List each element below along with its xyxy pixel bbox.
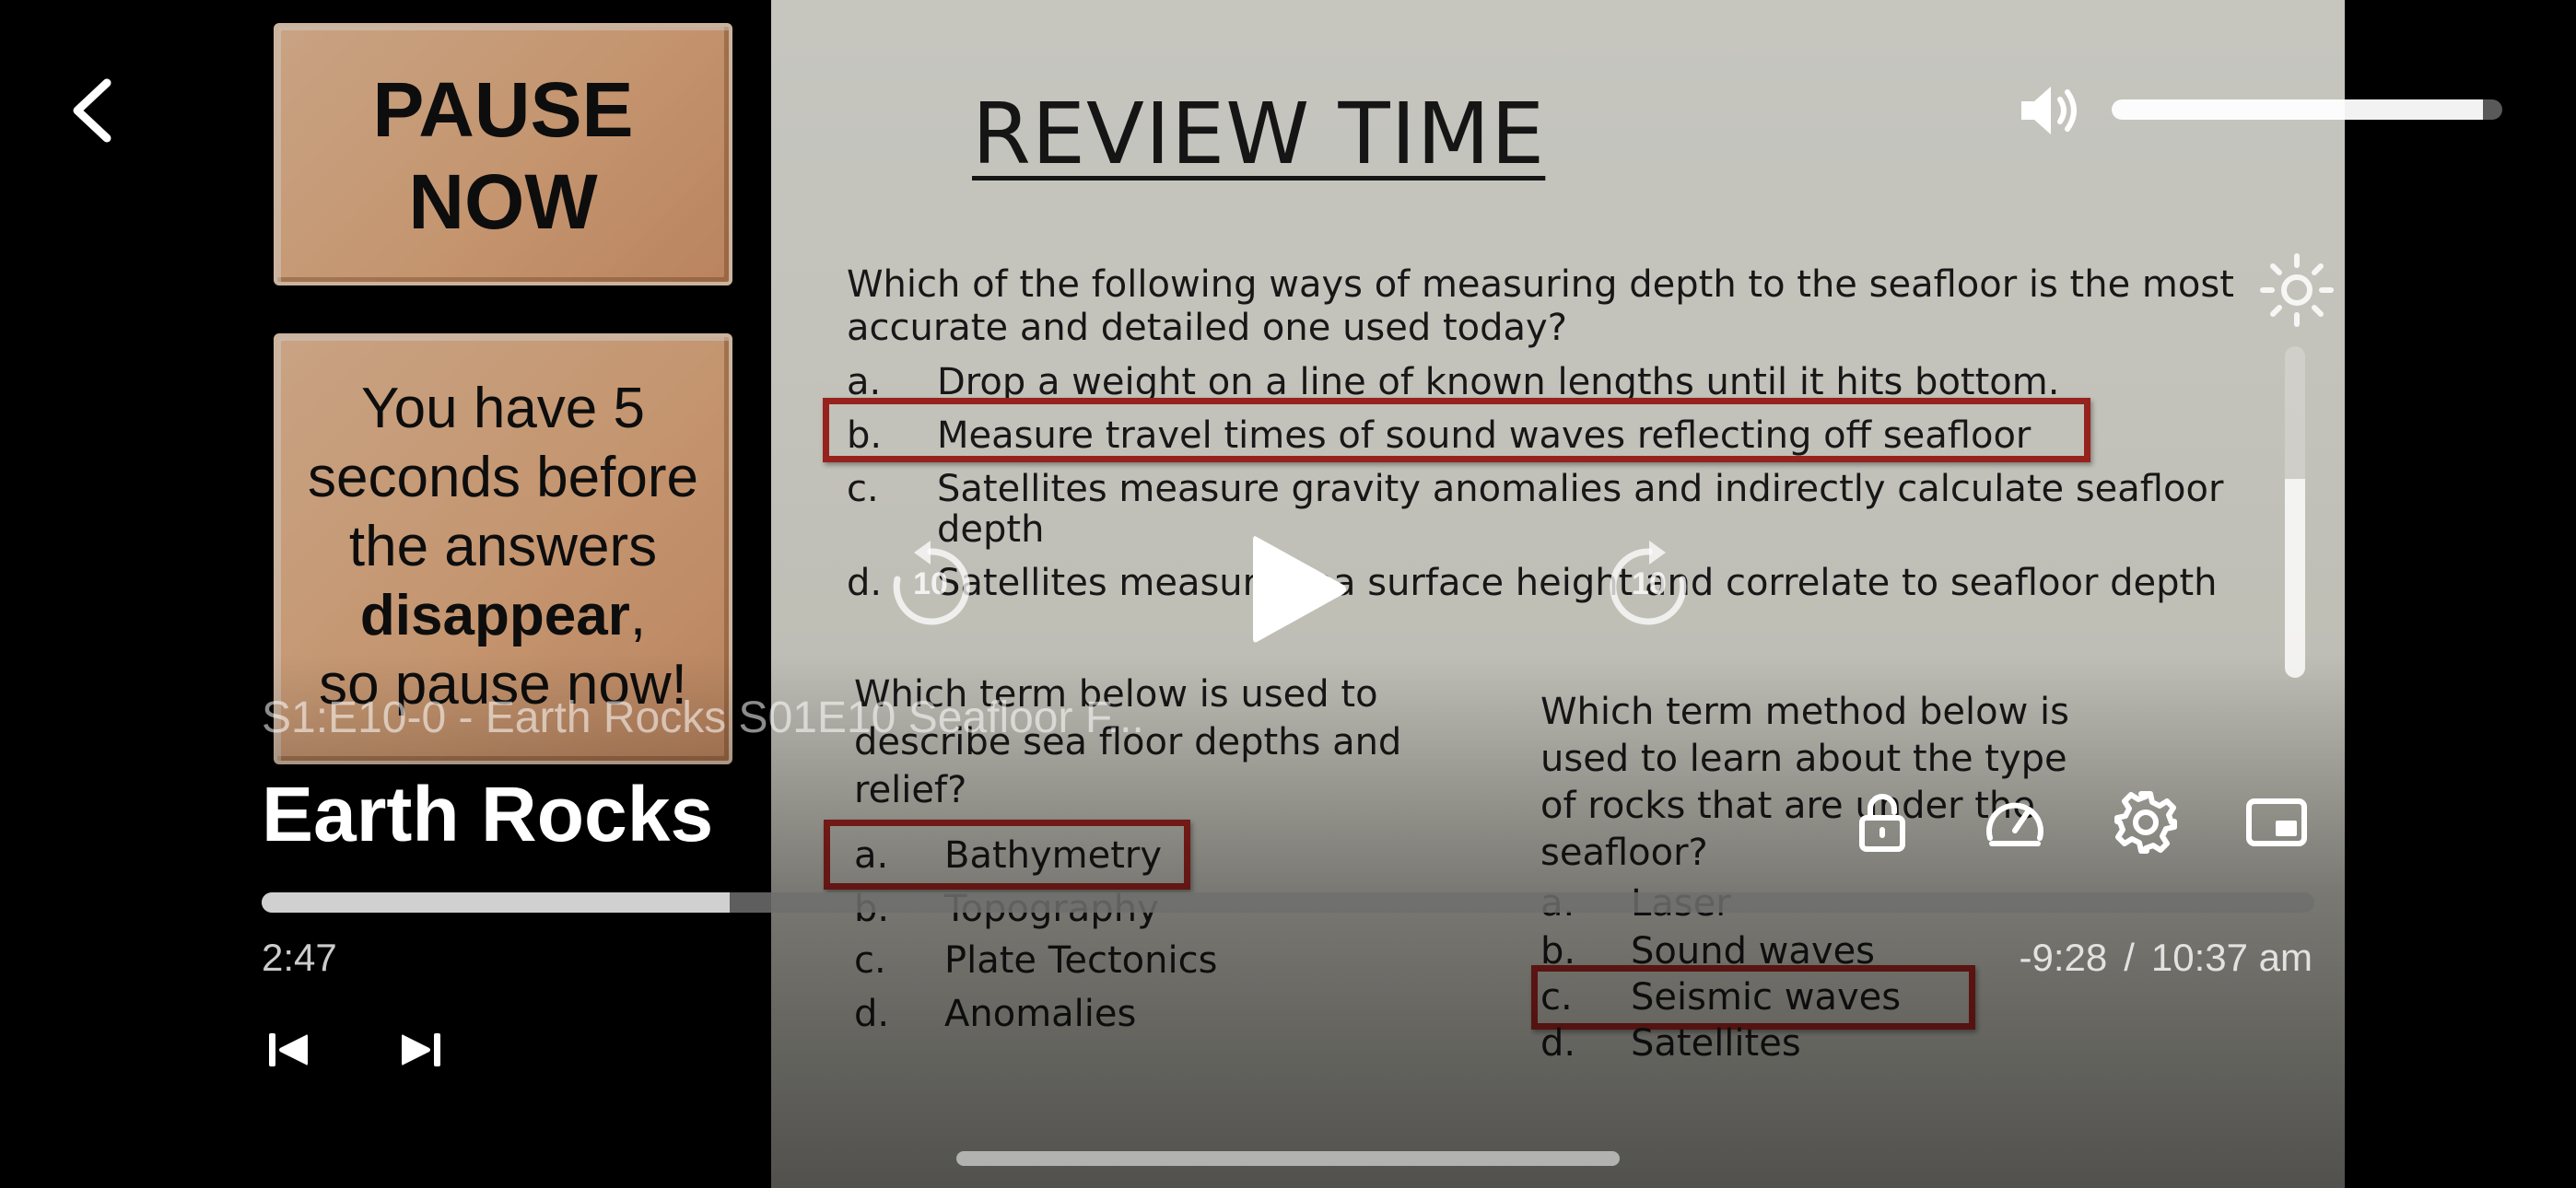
time-separator: / <box>2124 936 2135 979</box>
brightness-slider[interactable] <box>2285 346 2305 678</box>
gear-icon <box>2114 791 2177 854</box>
chevron-left-icon <box>73 78 111 143</box>
previous-episode-button[interactable] <box>265 1030 311 1070</box>
seek-bar[interactable] <box>262 892 2314 913</box>
back-button[interactable] <box>64 74 120 147</box>
volume-slider[interactable] <box>2112 99 2502 120</box>
play-button[interactable] <box>1244 530 1354 649</box>
settings-button[interactable] <box>2113 790 2178 855</box>
sun-icon <box>2260 253 2334 327</box>
show-title: Earth Rocks <box>262 771 714 857</box>
forward-10-button[interactable]: 10 <box>1601 539 1697 635</box>
lock-button[interactable] <box>1850 790 1914 855</box>
rewind-seconds: 10 <box>913 566 948 601</box>
brightness-level <box>2285 479 2305 678</box>
brightness-button[interactable] <box>2259 252 2335 328</box>
picture-in-picture-button[interactable] <box>2244 790 2309 855</box>
time-elapsed: 2:47 <box>262 936 337 979</box>
forward-seconds: 10 <box>1632 566 1667 601</box>
time-status: -9:28 / 10:37 am <box>2019 936 2313 980</box>
play-icon <box>1253 536 1346 643</box>
seek-bar-played <box>262 892 730 913</box>
next-episode-button[interactable] <box>398 1030 444 1070</box>
clock-time: 10:37 am <box>2150 936 2313 979</box>
volume-level <box>2112 99 2483 120</box>
skip-next-icon <box>402 1033 440 1066</box>
lock-icon <box>1859 794 1905 852</box>
speaker-icon <box>2021 87 2077 134</box>
home-indicator[interactable] <box>956 1151 1620 1166</box>
time-remaining: -9:28 <box>2019 936 2108 979</box>
volume-button[interactable] <box>2018 81 2082 140</box>
speedometer-icon <box>1986 802 2043 846</box>
episode-subtitle: S1:E10-0 - Earth Rocks S01E10 Seafloor F… <box>262 693 1144 742</box>
playback-speed-button[interactable] <box>1983 790 2047 855</box>
rewind-10-button[interactable]: 10 <box>883 539 978 635</box>
picture-in-picture-icon <box>2246 798 2307 846</box>
skip-previous-icon <box>269 1033 308 1066</box>
